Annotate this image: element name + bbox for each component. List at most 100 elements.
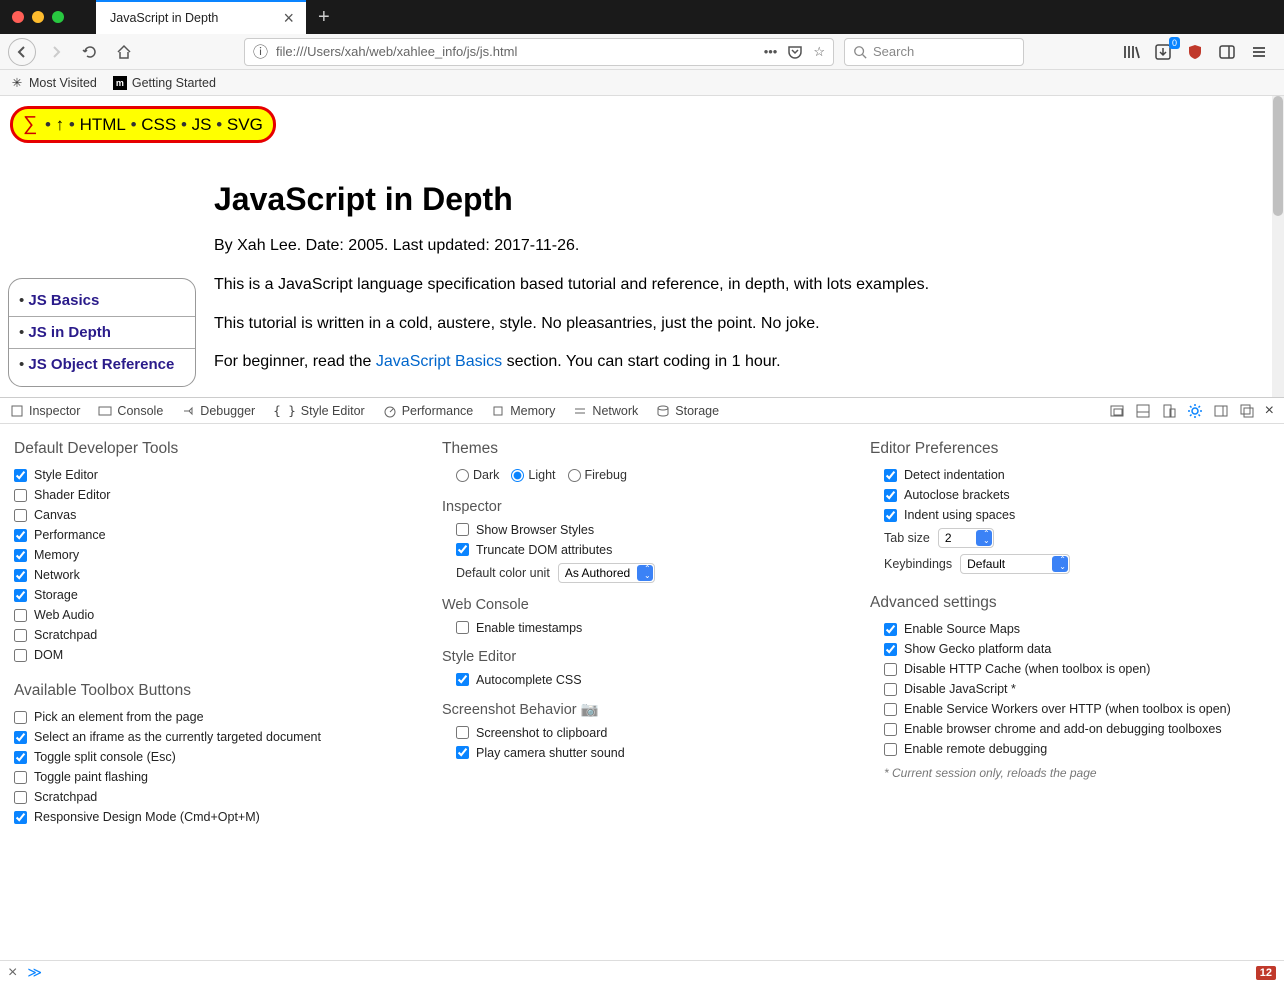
bookmark-getting-started[interactable]: m Getting Started [113, 76, 216, 90]
toolbox-btn-checkbox[interactable] [14, 731, 27, 744]
dock-window-icon[interactable] [1239, 403, 1255, 419]
style-opt-checkbox[interactable] [456, 673, 469, 686]
advanced-opt-row[interactable]: Enable Source Maps [884, 622, 1270, 636]
link-js-basics[interactable]: JavaScript Basics [376, 353, 502, 370]
editor-opt-checkbox[interactable] [884, 489, 897, 502]
advanced-opt-checkbox[interactable] [884, 743, 897, 756]
toolbox-btn-row[interactable]: Scratchpad [14, 790, 414, 804]
tool-checkbox[interactable] [14, 469, 27, 482]
nav-sigma[interactable]: ∑ [23, 113, 37, 136]
back-button[interactable] [8, 38, 36, 66]
pocket-icon[interactable] [787, 44, 803, 60]
editor-opt-row[interactable]: Autoclose brackets [884, 488, 1270, 502]
devtools-close-icon[interactable]: × [1265, 402, 1274, 420]
menu-icon[interactable] [1250, 43, 1268, 61]
console-opt-row[interactable]: Enable timestamps [456, 621, 842, 635]
sidebar-item[interactable]: • JS Basics [9, 285, 195, 317]
select-keybindings[interactable]: Default [960, 554, 1070, 574]
downloads-icon[interactable] [1154, 43, 1172, 61]
bookmark-most-visited[interactable]: ✳ Most Visited [10, 76, 97, 90]
browser-tab[interactable]: JavaScript in Depth × [96, 0, 306, 34]
screenshot-opt-checkbox[interactable] [456, 746, 469, 759]
tool-row[interactable]: Storage [14, 588, 414, 602]
console-close-icon[interactable]: × [8, 964, 17, 982]
theme-radio-row[interactable]: Light [511, 468, 555, 482]
advanced-opt-row[interactable]: Enable Service Workers over HTTP (when t… [884, 702, 1270, 716]
close-window[interactable] [12, 11, 24, 23]
screenshot-opt-checkbox[interactable] [456, 726, 469, 739]
console-opt-checkbox[interactable] [456, 621, 469, 634]
inspector-opt-row[interactable]: Show Browser Styles [456, 523, 842, 537]
tab-console[interactable]: Console [98, 404, 163, 418]
style-opt-row[interactable]: Autocomplete CSS [456, 673, 842, 687]
scrollbar-thumb[interactable] [1273, 96, 1283, 216]
sidebar-item[interactable]: • JS Object Reference [9, 349, 195, 380]
tab-style-editor[interactable]: { }Style Editor [273, 403, 365, 418]
editor-opt-checkbox[interactable] [884, 469, 897, 482]
advanced-opt-checkbox[interactable] [884, 663, 897, 676]
toolbox-btn-row[interactable]: Toggle paint flashing [14, 770, 414, 784]
nav-js[interactable]: JS [192, 115, 212, 135]
settings-gear-icon[interactable] [1187, 403, 1203, 419]
theme-radio-row[interactable]: Dark [456, 468, 499, 482]
select-color-unit[interactable]: As Authored [558, 563, 655, 583]
tool-row[interactable]: Shader Editor [14, 488, 414, 502]
theme-radio[interactable] [456, 469, 469, 482]
toolbox-btn-row[interactable]: Pick an element from the page [14, 710, 414, 724]
bookmark-star-icon[interactable]: ☆ [813, 44, 825, 60]
tool-checkbox[interactable] [14, 609, 27, 622]
tab-network[interactable]: Network [573, 404, 638, 418]
tab-storage[interactable]: Storage [656, 404, 719, 418]
inspector-opt-row[interactable]: Truncate DOM attributes [456, 543, 842, 557]
theme-radio-row[interactable]: Firebug [568, 468, 627, 482]
zoom-window[interactable] [52, 11, 64, 23]
inspector-opt-checkbox[interactable] [456, 543, 469, 556]
content-scrollbar[interactable] [1272, 96, 1284, 415]
nav-svg[interactable]: SVG [227, 115, 263, 135]
toolbox-btn-checkbox[interactable] [14, 771, 27, 784]
tool-row[interactable]: Style Editor [14, 468, 414, 482]
toolbox-btn-row[interactable]: Responsive Design Mode (Cmd+Opt+M) [14, 810, 414, 824]
tool-row[interactable]: Network [14, 568, 414, 582]
console-prompt-icon[interactable]: ≫ [27, 964, 42, 981]
tab-inspector[interactable]: Inspector [10, 404, 80, 418]
tool-checkbox[interactable] [14, 649, 27, 662]
editor-opt-row[interactable]: Detect indentation [884, 468, 1270, 482]
info-icon[interactable]: ⓘ [253, 41, 268, 62]
tool-checkbox[interactable] [14, 489, 27, 502]
ublock-icon[interactable] [1186, 43, 1204, 61]
screenshot-opt-row[interactable]: Screenshot to clipboard [456, 726, 842, 740]
advanced-opt-checkbox[interactable] [884, 703, 897, 716]
toolbox-btn-checkbox[interactable] [14, 711, 27, 724]
advanced-opt-row[interactable]: Enable browser chrome and add-on debuggi… [884, 722, 1270, 736]
inspector-opt-checkbox[interactable] [456, 523, 469, 536]
tool-row[interactable]: Scratchpad [14, 628, 414, 642]
advanced-opt-checkbox[interactable] [884, 723, 897, 736]
tool-checkbox[interactable] [14, 529, 27, 542]
advanced-opt-row[interactable]: Disable HTTP Cache (when toolbox is open… [884, 662, 1270, 676]
url-bar[interactable]: ⓘ file:///Users/xah/web/xahlee_info/js/j… [244, 38, 834, 66]
tab-close-icon[interactable]: × [283, 9, 294, 27]
editor-opt-row[interactable]: Indent using spaces [884, 508, 1270, 522]
error-count-badge[interactable]: 12 [1256, 966, 1276, 980]
advanced-opt-checkbox[interactable] [884, 643, 897, 656]
search-bar[interactable]: Search [844, 38, 1024, 66]
minimize-window[interactable] [32, 11, 44, 23]
advanced-opt-row[interactable]: Enable remote debugging [884, 742, 1270, 756]
tab-debugger[interactable]: Debugger [181, 404, 255, 418]
toolbox-btn-checkbox[interactable] [14, 791, 27, 804]
theme-radio[interactable] [511, 469, 524, 482]
tab-performance[interactable]: Performance [383, 404, 474, 418]
sidebar-item[interactable]: • JS in Depth [9, 317, 195, 349]
reload-button[interactable] [76, 38, 104, 66]
nav-css[interactable]: CSS [141, 115, 176, 135]
tool-checkbox[interactable] [14, 569, 27, 582]
editor-opt-checkbox[interactable] [884, 509, 897, 522]
theme-radio[interactable] [568, 469, 581, 482]
tool-row[interactable]: Canvas [14, 508, 414, 522]
tool-row[interactable]: Performance [14, 528, 414, 542]
forward-button[interactable] [42, 38, 70, 66]
split-console-icon[interactable] [1135, 403, 1151, 419]
toolbox-btn-row[interactable]: Toggle split console (Esc) [14, 750, 414, 764]
toolbox-btn-row[interactable]: Select an iframe as the currently target… [14, 730, 414, 744]
